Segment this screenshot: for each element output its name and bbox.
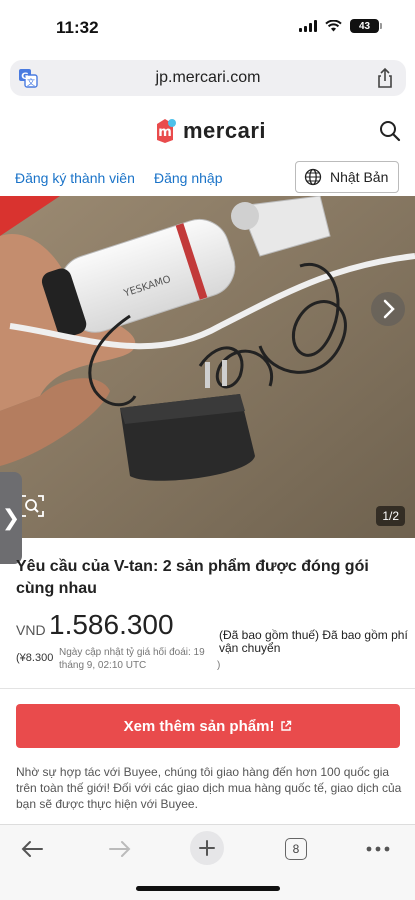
forward-button[interactable] — [106, 835, 134, 863]
cta-label: Xem thêm sản phẩm! — [123, 717, 275, 735]
next-image-button[interactable] — [371, 292, 405, 326]
site-header: m mercari — [0, 106, 415, 158]
language-label: Nhật Bản — [330, 169, 389, 185]
register-link[interactable]: Đăng ký thành viên — [15, 170, 135, 186]
more-dots-icon — [366, 846, 390, 852]
back-arrow-icon — [21, 841, 43, 857]
price-currency: VND — [16, 622, 46, 638]
forward-arrow-icon — [109, 841, 131, 857]
new-tab-button[interactable] — [190, 831, 224, 865]
price-value: 1.586.300 — [49, 609, 174, 640]
language-selector[interactable]: Nhật Bản — [295, 161, 399, 193]
external-link-icon — [281, 720, 292, 731]
login-link[interactable]: Đăng nhập — [154, 170, 223, 186]
image-page-indicator: 1/2 — [376, 506, 405, 526]
more-menu-button[interactable] — [364, 835, 392, 863]
buyee-note: Nhờ sự hợp tác với Buyee, chúng tôi giao… — [16, 765, 402, 811]
yen-price: (¥8.300 — [16, 652, 54, 664]
exchange-rate-note: Ngày cập nhật tỷ giá hối đoái: 19 tháng … — [59, 646, 221, 672]
status-time: 11:32 — [56, 18, 99, 37]
logo-text: mercari — [183, 118, 267, 143]
back-button[interactable] — [18, 835, 46, 863]
see-more-products-button[interactable]: Xem thêm sản phẩm! — [16, 704, 400, 748]
divider — [0, 688, 415, 689]
auth-row: Đăng ký thành viên Đăng nhập Nhật Bản — [0, 160, 415, 196]
status-bar: 11:32 43 — [0, 0, 415, 56]
battery-icon: 43 — [350, 19, 382, 33]
product-title: Yêu cầu của V-tan: 2 sản phẩm được đóng … — [16, 558, 369, 597]
search-icon[interactable] — [379, 120, 401, 142]
url-text[interactable]: jp.mercari.com — [10, 69, 406, 87]
wifi-icon — [325, 20, 342, 32]
tax-shipping-note: (Đã bao gồm thuế) Đã bao gồm phí vận chu… — [219, 628, 408, 655]
exchange-rate-close: ) — [217, 660, 221, 671]
exchange-rate-text: Ngày cập nhật tỷ giá hối đoái: 19 tháng … — [59, 647, 205, 671]
svg-text:m: m — [158, 125, 172, 140]
mercari-logo[interactable]: m mercari — [153, 118, 266, 144]
mercari-logo-icon: m — [157, 119, 176, 143]
share-icon[interactable] — [376, 67, 394, 89]
visual-search-icon[interactable] — [18, 492, 46, 520]
address-bar[interactable]: G 文 jp.mercari.com — [10, 60, 406, 96]
status-icons: 43 — [299, 19, 382, 33]
product-photo: YESKAMO — [0, 196, 415, 538]
cellular-signal-icon — [299, 20, 317, 32]
tab-count: 8 — [285, 838, 307, 860]
side-panel-tab[interactable]: ❯ — [0, 472, 22, 564]
tabs-button[interactable]: 8 — [282, 835, 310, 863]
globe-icon — [304, 168, 322, 186]
plus-icon — [190, 831, 224, 865]
product-image-gallery[interactable]: YESKAMO 1/2 — [0, 196, 415, 538]
home-indicator — [136, 886, 280, 891]
